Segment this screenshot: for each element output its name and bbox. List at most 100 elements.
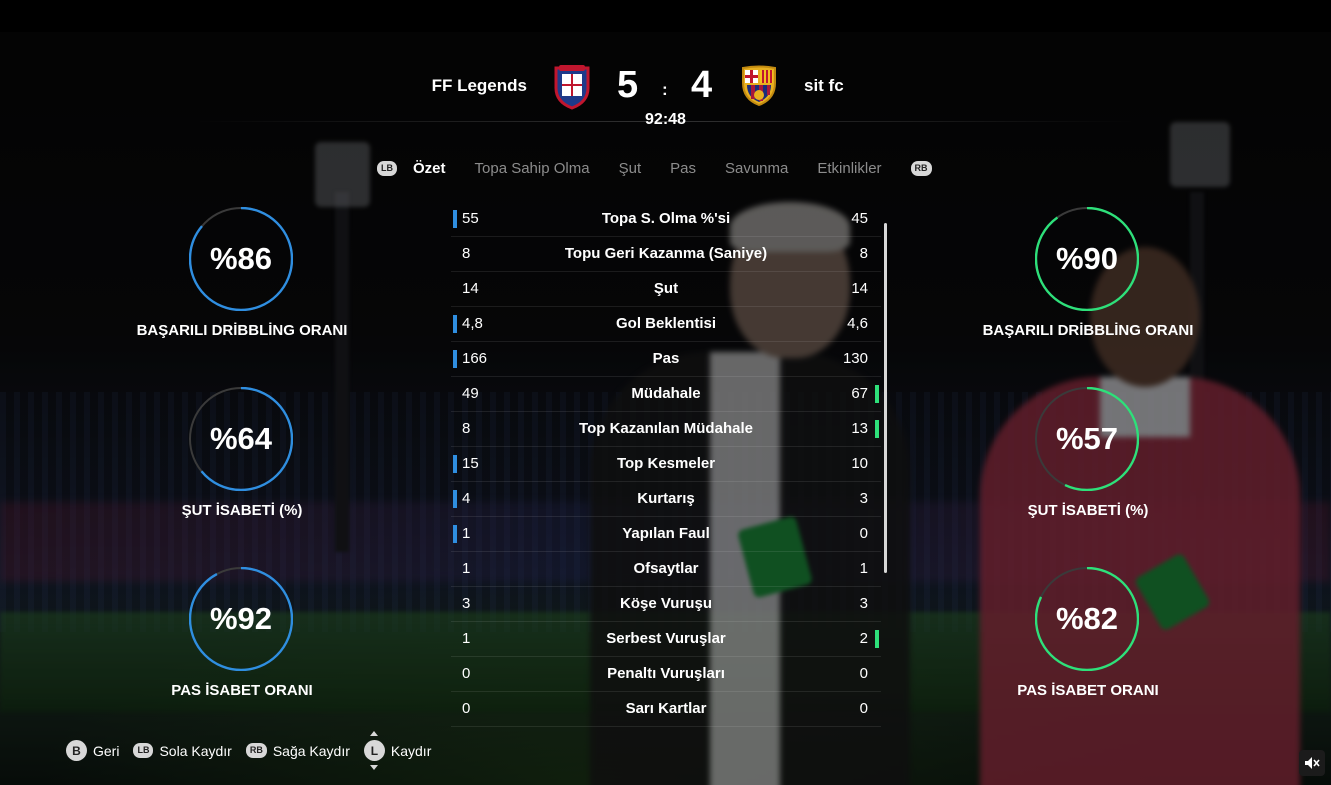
stats-row: Şut 14 14 — [451, 272, 881, 307]
rb-button-icon: RB — [245, 743, 267, 758]
home-stat-value: 4,8 — [462, 315, 483, 332]
home-shot-accuracy-value: %64 — [209, 421, 273, 456]
stats-row: Pas 166 130 — [451, 342, 881, 377]
lb-button-icon: LB — [133, 743, 154, 758]
stat-name: Serbest Vuruşlar — [606, 630, 726, 647]
stats-row: Serbest Vuruşlar 1 2 — [451, 622, 881, 657]
away-pass-accuracy-ring: %82 — [1035, 567, 1139, 671]
tab-pas[interactable]: Pas — [670, 160, 696, 177]
stat-name: Ofsaytlar — [633, 560, 699, 577]
stats-row: Yapılan Faul 1 0 — [451, 517, 881, 552]
rb-bumper-icon[interactable]: RB — [910, 161, 932, 176]
stats-row: Müdahale 49 67 — [451, 377, 881, 412]
home-stat-value: 0 — [462, 700, 471, 717]
away-stat-value: 45 — [851, 210, 868, 227]
hint-scroll-left-label: Sola Kaydır — [159, 742, 232, 759]
match-clock: 92:48 — [645, 111, 686, 128]
stats-row: Köşe Vuruşu 3 3 — [451, 587, 881, 622]
home-stat-value: 1 — [462, 560, 471, 577]
away-stat-value: 4,6 — [847, 315, 868, 332]
away-stat-value: 14 — [851, 280, 868, 297]
stats-row: Top Kesmeler 15 10 — [451, 447, 881, 482]
tab-ozet[interactable]: Özet — [413, 160, 446, 177]
tab-savunma[interactable]: Savunma — [725, 160, 788, 177]
stat-name: Top Kesmeler — [616, 455, 716, 472]
away-shot-accuracy-value: %57 — [1055, 421, 1119, 456]
home-stat-value: 55 — [462, 210, 479, 227]
stats-tabs: LB Özet Topa Sahip Olma Şut Pas Savunma … — [377, 160, 932, 177]
home-stat-value: 166 — [462, 350, 488, 367]
hint-scroll-label: Kaydır — [390, 742, 432, 759]
away-pass-accuracy-label: PAS İSABET ORANI — [1017, 682, 1159, 699]
left-stick-icon: L — [363, 731, 385, 770]
away-stat-value: 67 — [851, 385, 868, 402]
controller-hints: B Geri LB Sola Kaydır RB Sağa Kaydır L K… — [66, 731, 445, 770]
stat-name: Müdahale — [631, 385, 701, 402]
home-stat-value: 8 — [462, 245, 471, 262]
stats-row: Ofsaytlar 1 1 — [451, 552, 881, 587]
stat-name: Gol Beklentisi — [615, 315, 717, 332]
stat-name: Sarı Kartlar — [625, 700, 707, 717]
stat-name: Topu Geri Kazanma (Saniye) — [564, 245, 768, 262]
hint-back[interactable]: B Geri — [66, 740, 119, 761]
tab-etkinlikler[interactable]: Etkinlikler — [817, 160, 881, 177]
stat-name: Yapılan Faul — [622, 525, 710, 542]
tab-topa-sahip-olma[interactable]: Topa Sahip Olma — [475, 160, 590, 177]
stats-scrollbar[interactable] — [884, 223, 887, 573]
away-stat-value: 2 — [859, 630, 868, 647]
away-stat-value: 0 — [859, 665, 868, 682]
away-score: 4 — [691, 64, 713, 106]
hint-scroll-right[interactable]: RB Sağa Kaydır — [245, 743, 350, 759]
score-separator: : — [662, 80, 668, 99]
home-pass-accuracy-label: PAS İSABET ORANI — [171, 682, 313, 699]
home-stat-value: 15 — [462, 455, 479, 472]
home-pass-accuracy-value: %92 — [209, 601, 273, 636]
away-stat-value: 8 — [859, 245, 868, 262]
stats-row: Topu Geri Kazanma (Saniye) 8 8 — [451, 237, 881, 272]
away-dribble-label: BAŞARILI DRİBBLİNG ORANI — [982, 322, 1194, 339]
top-black-bar — [0, 0, 1331, 32]
stats-row: Topa S. Olma %'si 55 45 — [451, 202, 881, 237]
away-stat-value: 0 — [859, 700, 868, 717]
stats-row: Sarı Kartlar 0 0 — [451, 692, 881, 727]
match-stats-table[interactable]: Topa S. Olma %'si 55 45 Topu Geri Kazanma (… — [451, 202, 881, 727]
home-stat-value: 1 — [462, 525, 471, 542]
hint-scroll[interactable]: L Kaydır — [363, 731, 432, 770]
away-pass-accuracy-value: %82 — [1055, 601, 1119, 636]
home-stat-value: 0 — [462, 665, 471, 682]
stat-name: Pas — [652, 350, 680, 367]
home-stat-value: 49 — [462, 385, 479, 402]
away-stat-value: 130 — [842, 350, 868, 367]
home-stat-value: 3 — [462, 595, 471, 612]
stats-row: Gol Beklentisi 4,8 4,6 — [451, 307, 881, 342]
home-stat-value: 8 — [462, 420, 471, 437]
away-stat-value: 0 — [859, 525, 868, 542]
barcelona-crest-icon — [739, 65, 779, 107]
home-dribble-ring: %86 — [189, 207, 293, 311]
hint-back-label: Geri — [93, 742, 120, 759]
lb-bumper-icon[interactable]: LB — [377, 161, 397, 176]
home-team-name: FF Legends — [431, 76, 527, 95]
header-divider — [195, 121, 1136, 122]
b-button-icon: B — [66, 740, 87, 761]
home-stat-value: 4 — [462, 490, 471, 507]
away-stat-value: 10 — [851, 455, 868, 472]
away-team-name: sit fc — [804, 76, 844, 95]
home-stat-value: 1 — [462, 630, 471, 647]
stat-name: Kurtarış — [637, 490, 695, 507]
stat-name: Şut — [653, 280, 679, 297]
tab-sut[interactable]: Şut — [619, 160, 642, 177]
speaker-muted-icon[interactable] — [1299, 750, 1325, 776]
stats-row: Top Kazanılan Müdahale 8 13 — [451, 412, 881, 447]
away-shot-accuracy-label: ŞUT İSABETİ (%) — [1027, 502, 1149, 519]
hint-scroll-left[interactable]: LB Sola Kaydır — [133, 742, 232, 759]
stats-row: Penaltı Vuruşları 0 0 — [451, 657, 881, 692]
home-stat-value: 14 — [462, 280, 479, 297]
away-stat-value: 1 — [859, 560, 868, 577]
stat-name: Topa S. Olma %'si — [601, 210, 731, 227]
stats-row: Kurtarış 4 3 — [451, 482, 881, 517]
stat-name: Top Kazanılan Müdahale — [579, 420, 753, 437]
stat-name: Penaltı Vuruşları — [607, 665, 725, 682]
home-score: 5 — [617, 64, 639, 106]
stat-name: Köşe Vuruşu — [620, 595, 712, 612]
